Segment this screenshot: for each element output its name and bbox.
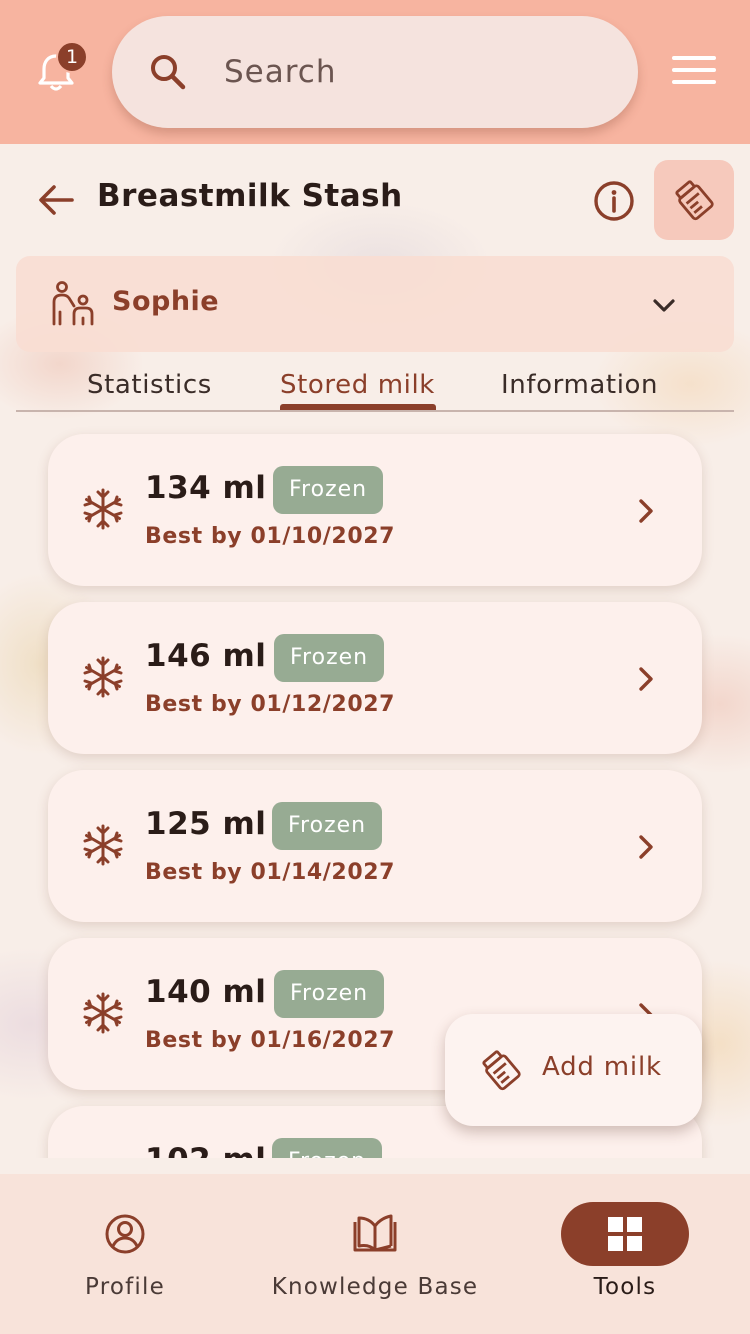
child-selector-dropdown[interactable]: Sophie xyxy=(16,256,734,352)
nav-profile-label: Profile xyxy=(85,1274,165,1300)
back-arrow-icon[interactable] xyxy=(36,180,76,220)
status-badge: Frozen xyxy=(272,802,383,850)
nav-profile[interactable]: Profile xyxy=(0,1174,250,1334)
tab-statistics[interactable]: Statistics xyxy=(87,370,212,400)
info-icon[interactable] xyxy=(592,179,636,223)
tab-stored-milk[interactable]: Stored milk xyxy=(280,370,435,400)
parent-child-icon xyxy=(50,280,94,332)
tab-information[interactable]: Information xyxy=(501,370,658,400)
milk-amount: 102 ml xyxy=(145,1142,266,1158)
page-title: Breastmilk Stash xyxy=(97,178,403,214)
tab-bar: Statistics Stored milk Information xyxy=(16,360,734,412)
chevron-right-icon xyxy=(636,498,656,528)
child-name: Sophie xyxy=(112,286,220,317)
status-badge: Frozen xyxy=(274,634,385,682)
best-by-date: Best by 01/12/2027 xyxy=(145,692,396,717)
nav-knowledge-base[interactable]: Knowledge Base xyxy=(250,1174,500,1334)
search-bar[interactable] xyxy=(112,16,638,128)
chevron-down-icon xyxy=(650,292,678,324)
nav-tools-label: Tools xyxy=(593,1274,657,1300)
status-badge: Frozen xyxy=(273,466,384,514)
milk-amount: 125 ml xyxy=(145,806,267,842)
hamburger-menu-icon[interactable] xyxy=(672,56,716,88)
search-icon xyxy=(148,52,188,96)
stash-item[interactable]: 146 ml Frozen Best by 01/12/2027 xyxy=(48,602,702,754)
milk-amount: 140 ml xyxy=(145,974,267,1010)
chevron-right-icon xyxy=(636,834,656,864)
milk-amount: 146 ml xyxy=(145,638,267,674)
notification-badge: 1 xyxy=(56,41,88,73)
book-icon xyxy=(311,1202,439,1266)
add-milk-label: Add milk xyxy=(542,1052,662,1082)
nav-knowledge-base-label: Knowledge Base xyxy=(271,1274,479,1300)
nav-tools[interactable]: Tools xyxy=(500,1174,750,1334)
grid-icon xyxy=(561,1202,689,1266)
snowflake-icon xyxy=(82,824,124,870)
milk-bag-icon xyxy=(675,180,714,221)
stash-item[interactable]: 134 ml Frozen Best by 01/10/2027 xyxy=(48,434,702,586)
best-by-date: Best by 01/14/2027 xyxy=(145,860,396,885)
snowflake-icon xyxy=(82,656,124,702)
milk-bag-icon xyxy=(479,1048,523,1096)
search-input[interactable] xyxy=(224,46,604,98)
chevron-right-icon xyxy=(636,666,656,696)
best-by-date: Best by 01/10/2027 xyxy=(145,524,396,549)
top-bar: 1 xyxy=(0,0,750,144)
status-badge: Frozen xyxy=(272,1138,383,1158)
best-by-date: Best by 01/16/2027 xyxy=(145,1028,396,1053)
profile-icon xyxy=(61,1202,189,1266)
stash-item[interactable]: 125 ml Frozen Best by 01/14/2027 xyxy=(48,770,702,922)
milk-bag-tool-button[interactable] xyxy=(654,160,734,240)
bottom-navigation: Profile Knowledge Base Tools xyxy=(0,1174,750,1334)
snowflake-icon xyxy=(82,488,124,534)
snowflake-icon xyxy=(82,992,124,1038)
add-milk-button[interactable]: Add milk xyxy=(445,1014,702,1126)
status-badge: Frozen xyxy=(274,970,385,1018)
active-tab-indicator xyxy=(280,404,436,410)
milk-amount: 134 ml xyxy=(145,470,267,506)
